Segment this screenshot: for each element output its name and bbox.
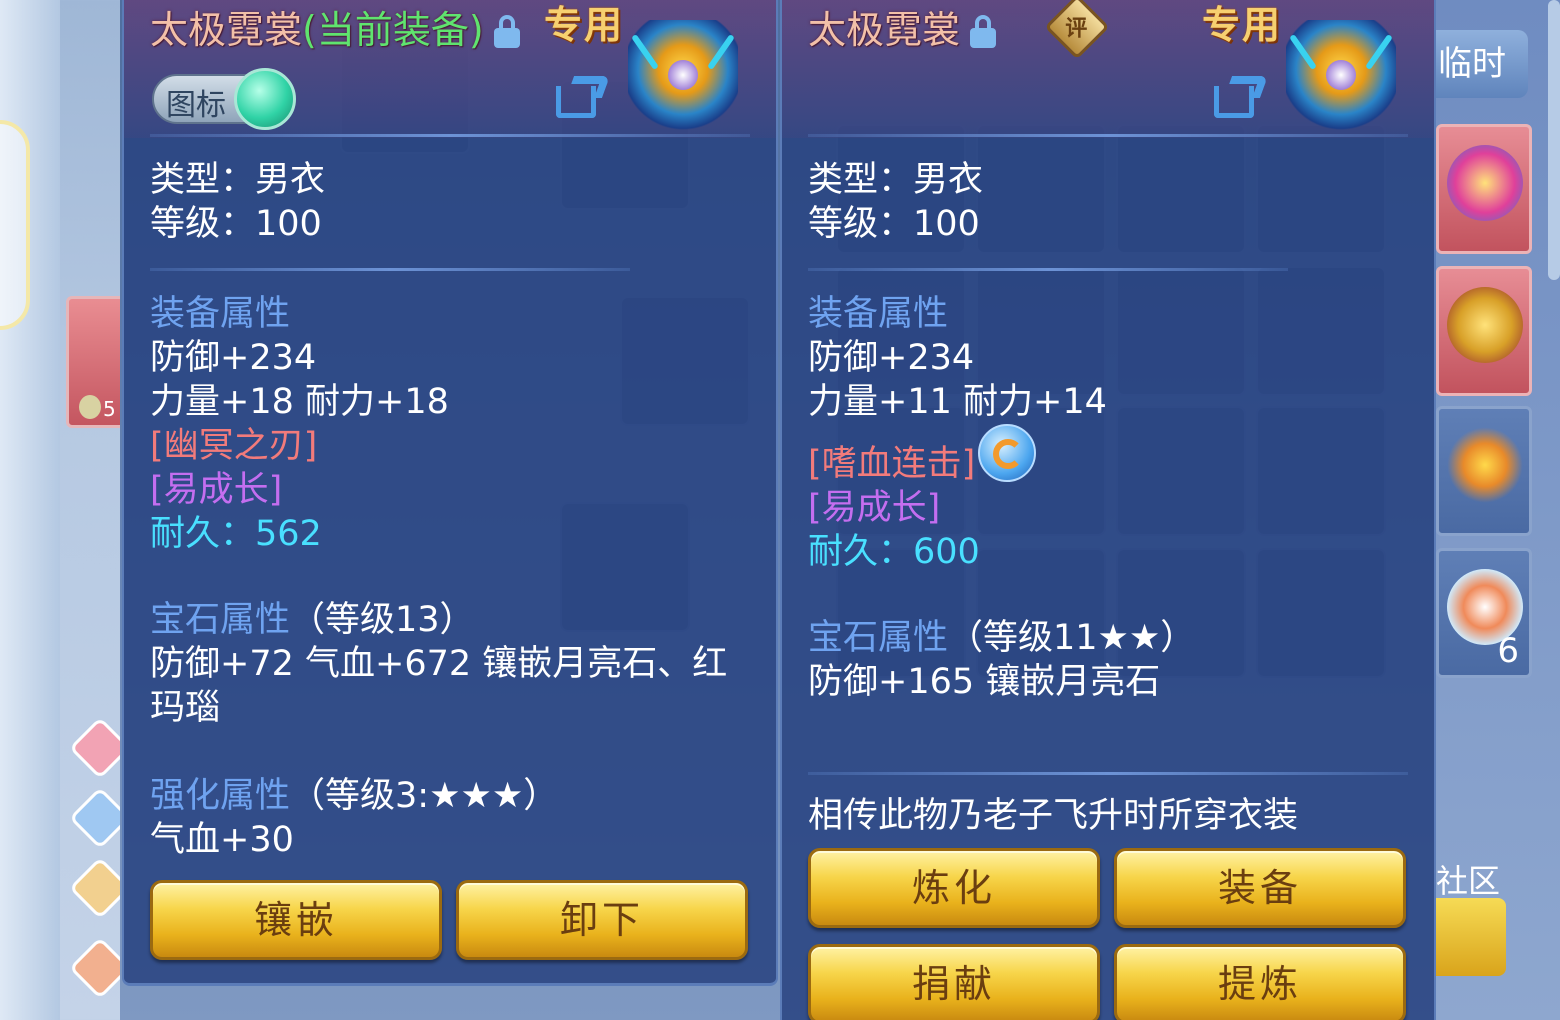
inventory-item-tooltip: 太极霓裳 评 专用 类型：男衣 等级：100 装备属性 防御+234 力量+11… bbox=[780, 0, 1436, 1020]
defense-stat: 防御+234 bbox=[150, 338, 317, 378]
refine-button[interactable]: 炼化 bbox=[808, 848, 1100, 928]
equip-button[interactable]: 装备 bbox=[1114, 848, 1406, 928]
side-inventory-slot[interactable]: 5 bbox=[66, 296, 126, 428]
strength-endurance-stat: 力量+11 耐力+14 bbox=[808, 382, 1107, 422]
level-line: 等级：100 bbox=[808, 204, 980, 244]
special-effect: [易成长] bbox=[150, 470, 283, 510]
equip-attr-header: 装备属性 bbox=[150, 294, 291, 334]
equipped-tag: (当前装备) bbox=[302, 8, 484, 52]
right-scrollbar[interactable] bbox=[1548, 0, 1560, 280]
durability-line: 耐久：562 bbox=[150, 512, 322, 556]
helmet-slot[interactable] bbox=[1436, 266, 1532, 396]
refresh-icon[interactable] bbox=[978, 424, 1036, 482]
strength-endurance-stat: 力量+18 耐力+18 bbox=[150, 382, 449, 422]
moon-decoration bbox=[0, 120, 30, 330]
community-label[interactable]: 社区 bbox=[1436, 856, 1500, 902]
dessert-slot[interactable]: 6 bbox=[1436, 548, 1532, 678]
lock-icon bbox=[493, 15, 520, 48]
description-divider bbox=[808, 772, 1408, 775]
type-line: 类型：男衣 bbox=[808, 160, 984, 200]
gem-attr-line: 宝石属性（等级11★★） bbox=[808, 616, 1195, 660]
slot-count: 6 bbox=[1497, 631, 1519, 671]
type-line: 类型：男衣 bbox=[150, 160, 326, 200]
gem-level: （等级13） bbox=[290, 600, 475, 640]
header-divider bbox=[150, 134, 750, 137]
gem-attr-line: 宝石属性（等级13） bbox=[150, 598, 475, 642]
lock-icon bbox=[970, 15, 997, 48]
unequip-button[interactable]: 卸下 bbox=[456, 880, 748, 960]
enhance-level: （等级3:★★★） bbox=[290, 776, 559, 816]
equip-attr-header: 装备属性 bbox=[808, 294, 949, 334]
durability-label: 耐久： bbox=[808, 532, 914, 572]
level-line: 等级：100 bbox=[150, 204, 322, 244]
necklace-icon bbox=[1447, 427, 1523, 503]
item-description: 相传此物乃老子飞升时所穿衣装 bbox=[808, 796, 1299, 836]
item-title: 太极霓裳 bbox=[808, 4, 997, 56]
gem-level: （等级11★★） bbox=[948, 618, 1196, 658]
gem-attr-header: 宝石属性 bbox=[808, 618, 949, 658]
enhance-attr-line: 强化属性（等级3:★★★） bbox=[150, 774, 558, 818]
share-icon[interactable] bbox=[1214, 74, 1269, 118]
robe-item-icon bbox=[1286, 20, 1396, 130]
durability-value: 600 bbox=[913, 532, 980, 572]
extract-button[interactable]: 提炼 bbox=[1114, 944, 1406, 1020]
item-name: 太极霓裳 bbox=[808, 8, 961, 52]
donate-button[interactable]: 捐献 bbox=[808, 944, 1100, 1020]
rating-badge-label: 评 bbox=[1065, 16, 1088, 42]
special-skill: [嗜血连击] bbox=[808, 444, 976, 484]
exclusive-label: 专用 bbox=[544, 3, 625, 47]
header-divider bbox=[808, 134, 1408, 137]
side-yellow-button[interactable] bbox=[1436, 898, 1506, 976]
toggle-label: 图标 bbox=[166, 88, 226, 123]
helmet-icon bbox=[1447, 287, 1523, 363]
enhance-stats: 气血+30 bbox=[150, 820, 294, 860]
special-effect: [易成长] bbox=[808, 488, 941, 528]
icon-toggle[interactable]: 图标 bbox=[152, 68, 296, 130]
durability-value: 562 bbox=[255, 514, 322, 554]
enhance-attr-header: 强化属性 bbox=[150, 776, 291, 816]
tab-temporary[interactable]: 临时 bbox=[1436, 30, 1528, 98]
gem-stats: 防御+165 镶嵌月亮石 bbox=[808, 662, 1161, 702]
section-divider bbox=[808, 268, 1288, 271]
coin-icon bbox=[79, 395, 101, 419]
necklace-slot[interactable] bbox=[1436, 406, 1532, 536]
item-title: 太极霓裳(当前装备) bbox=[150, 4, 520, 56]
toggle-knob[interactable] bbox=[234, 68, 296, 130]
equipped-item-tooltip: 太极霓裳(当前装备) 专用 图标 类型：男衣 等级：100 装备属性 防御+23… bbox=[122, 0, 778, 986]
special-skill: [幽冥之刃] bbox=[150, 426, 318, 466]
durability-label: 耐久： bbox=[150, 514, 256, 554]
bracelet-icon bbox=[1447, 145, 1523, 221]
robe-item-icon bbox=[628, 20, 738, 130]
defense-stat: 防御+234 bbox=[808, 338, 975, 378]
side-slot-count: 5 bbox=[103, 397, 116, 421]
gem-attr-header: 宝石属性 bbox=[150, 600, 291, 640]
gem-stats: 防御+72 气血+672 镶嵌月亮石、红玛瑙 bbox=[150, 644, 728, 728]
section-divider bbox=[150, 268, 630, 271]
exclusive-label: 专用 bbox=[1202, 3, 1283, 47]
item-name: 太极霓裳 bbox=[150, 8, 303, 52]
bracelet-slot[interactable] bbox=[1436, 124, 1532, 254]
durability-line: 耐久：600 bbox=[808, 530, 980, 574]
share-icon[interactable] bbox=[556, 74, 611, 118]
inlay-button[interactable]: 镶嵌 bbox=[150, 880, 442, 960]
